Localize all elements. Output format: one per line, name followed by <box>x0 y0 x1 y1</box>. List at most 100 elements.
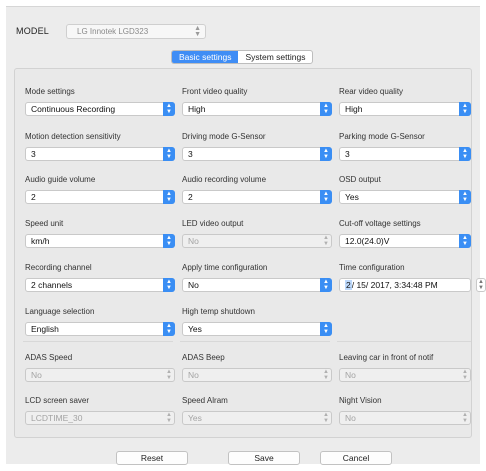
field-label: Speed unit <box>25 219 64 228</box>
led-video-output-select[interactable]: No ▲ ▼ <box>182 234 332 248</box>
field-adas-beep: ADAS Beep No ▲ ▼ <box>182 352 332 382</box>
updown-chevron-icon: ▲ ▼ <box>163 102 175 116</box>
settings-panel: Mode settings Continuous Recording ▲ ▼ Fr… <box>14 68 486 438</box>
save-button[interactable]: Save <box>228 451 300 465</box>
model-select[interactable]: LG Innotek LGD323 ▲ ▼ <box>66 23 206 39</box>
field-parking-gsensor: Parking mode G-Sensor 3 ▲ ▼ <box>339 131 471 161</box>
tab-basic-settings[interactable]: Basic settings <box>172 51 239 63</box>
field-adas-speed: ADAS Speed No ▲ ▼ <box>25 352 175 382</box>
audio-guide-volume-select[interactable]: 2 ▲ ▼ <box>25 190 175 204</box>
field-label: Night Vision <box>339 396 382 405</box>
field-driving-gsensor: Driving mode G-Sensor 3 ▲ ▼ <box>182 131 332 161</box>
field-cutoff-voltage: Cut-off voltage settings 12.0(24.0)V ▲ ▼ <box>339 218 471 248</box>
select-value: Yes <box>188 413 202 423</box>
time-configuration-input[interactable]: 2/ 15/ 2017, 3:34:48 PM ▲ ▼ <box>339 278 486 292</box>
updown-chevron-icon: ▲ ▼ <box>459 147 471 161</box>
select-value: No <box>31 370 42 380</box>
select-value: No <box>188 236 199 246</box>
field-label: Cut-off voltage settings <box>339 219 421 228</box>
cutoff-voltage-select[interactable]: 12.0(24.0)V ▲ ▼ <box>339 234 471 248</box>
updown-chevron-icon: ▲ ▼ <box>459 102 471 116</box>
select-value: km/h <box>31 236 50 246</box>
field-rear-video-quality: Rear video quality High ▲ ▼ <box>339 86 471 116</box>
field-front-video-quality: Front video quality High ▲ ▼ <box>182 86 332 116</box>
osd-output-select[interactable]: Yes ▲ ▼ <box>339 190 471 204</box>
motion-detection-select[interactable]: 3 ▲ ▼ <box>25 147 175 161</box>
select-value: No <box>188 280 199 290</box>
field-time-configuration: Time configuration 2/ 15/ 2017, 3:34:48 … <box>339 262 486 292</box>
field-label: Parking mode G-Sensor <box>339 132 425 141</box>
field-label: Language selection <box>25 307 95 316</box>
field-label: ADAS Beep <box>182 353 225 362</box>
field-high-temp-shutdown: High temp shutdown Yes ▲ ▼ <box>182 306 332 336</box>
select-value: Continuous Recording <box>31 104 116 114</box>
field-apply-time-config: Apply time configuration No ▲ ▼ <box>182 262 332 292</box>
field-night-vision: Night Vision No ▲ ▼ <box>339 395 471 425</box>
audio-recording-volume-select[interactable]: 2 ▲ ▼ <box>182 190 332 204</box>
select-value: 12.0(24.0)V <box>345 236 390 246</box>
select-value: 3 <box>188 149 193 159</box>
adas-speed-select[interactable]: No ▲ ▼ <box>25 368 175 382</box>
model-row: MODEL LG Innotek LGD323 ▲ ▼ <box>16 23 206 39</box>
divider <box>337 341 471 342</box>
updown-chevron-icon: ▲ ▼ <box>163 278 175 292</box>
tab-system-settings[interactable]: System settings <box>238 51 312 63</box>
apply-time-config-select[interactable]: No ▲ ▼ <box>182 278 332 292</box>
select-value: No <box>188 370 199 380</box>
updown-chevron-icon: ▲ ▼ <box>166 412 172 424</box>
time-month-segment[interactable]: 2 <box>345 280 352 290</box>
updown-chevron-icon: ▲ ▼ <box>323 369 329 381</box>
parking-gsensor-select[interactable]: 3 ▲ ▼ <box>339 147 471 161</box>
front-video-quality-select[interactable]: High ▲ ▼ <box>182 102 332 116</box>
updown-chevron-icon: ▲ ▼ <box>320 322 332 336</box>
field-osd-output: OSD output Yes ▲ ▼ <box>339 174 471 204</box>
mode-settings-select[interactable]: Continuous Recording ▲ ▼ <box>25 102 175 116</box>
model-value: LG Innotek LGD323 <box>77 26 149 36</box>
field-label: Recording channel <box>25 263 92 272</box>
field-label: OSD output <box>339 175 381 184</box>
time-rest-segment[interactable]: / 15/ 2017, 3:34:48 PM <box>352 280 438 290</box>
divider <box>180 341 330 342</box>
reset-button[interactable]: Reset <box>116 451 188 465</box>
field-lcd-screen-saver: LCD screen saver LCDTIME_30 ▲ ▼ <box>25 395 175 425</box>
updown-chevron-icon: ▲ ▼ <box>462 369 468 381</box>
night-vision-select[interactable]: No ▲ ▼ <box>339 411 471 425</box>
updown-chevron-icon: ▲ ▼ <box>323 412 329 424</box>
select-value: 2 <box>31 192 36 202</box>
field-label: Motion detection sensitivity <box>25 132 121 141</box>
updown-chevron-icon: ▲ ▼ <box>320 278 332 292</box>
field-label: ADAS Speed <box>25 353 73 362</box>
select-value: 3 <box>345 149 350 159</box>
updown-chevron-icon: ▲ ▼ <box>462 412 468 424</box>
speed-alarm-select[interactable]: Yes ▲ ▼ <box>182 411 332 425</box>
updown-chevron-icon: ▲ ▼ <box>163 147 175 161</box>
cancel-button[interactable]: Cancel <box>320 451 392 465</box>
select-value: No <box>345 370 356 380</box>
driving-gsensor-select[interactable]: 3 ▲ ▼ <box>182 147 332 161</box>
field-language-selection: Language selection English ▲ ▼ <box>25 306 175 336</box>
select-value: English <box>31 324 59 334</box>
field-audio-recording-volume: Audio recording volume 2 ▲ ▼ <box>182 174 332 204</box>
field-label: LCD screen saver <box>25 396 90 405</box>
field-label: Front video quality <box>182 87 248 96</box>
field-label: Rear video quality <box>339 87 404 96</box>
lcd-screen-saver-select[interactable]: LCDTIME_30 ▲ ▼ <box>25 411 175 425</box>
updown-chevron-icon: ▲ ▼ <box>320 147 332 161</box>
select-value: Yes <box>188 324 202 334</box>
settings-window: MODEL LG Innotek LGD323 ▲ ▼ Basic setting… <box>6 6 486 465</box>
rear-video-quality-select[interactable]: High ▲ ▼ <box>339 102 471 116</box>
updown-chevron-icon: ▲ ▼ <box>459 190 471 204</box>
time-stepper-icon[interactable]: ▲ ▼ <box>476 278 486 292</box>
field-speed-unit: Speed unit km/h ▲ ▼ <box>25 218 175 248</box>
speed-unit-select[interactable]: km/h ▲ ▼ <box>25 234 175 248</box>
field-recording-channel: Recording channel 2 channels ▲ ▼ <box>25 262 175 292</box>
adas-beep-select[interactable]: No ▲ ▼ <box>182 368 332 382</box>
recording-channel-select[interactable]: 2 channels ▲ ▼ <box>25 278 175 292</box>
updown-chevron-icon: ▲ ▼ <box>163 322 175 336</box>
select-value: 3 <box>31 149 36 159</box>
language-selection-select[interactable]: English ▲ ▼ <box>25 322 175 336</box>
high-temp-shutdown-select[interactable]: Yes ▲ ▼ <box>182 322 332 336</box>
leaving-car-notif-select[interactable]: No ▲ ▼ <box>339 368 471 382</box>
model-label: MODEL <box>16 26 50 36</box>
field-label: Driving mode G-Sensor <box>182 132 266 141</box>
